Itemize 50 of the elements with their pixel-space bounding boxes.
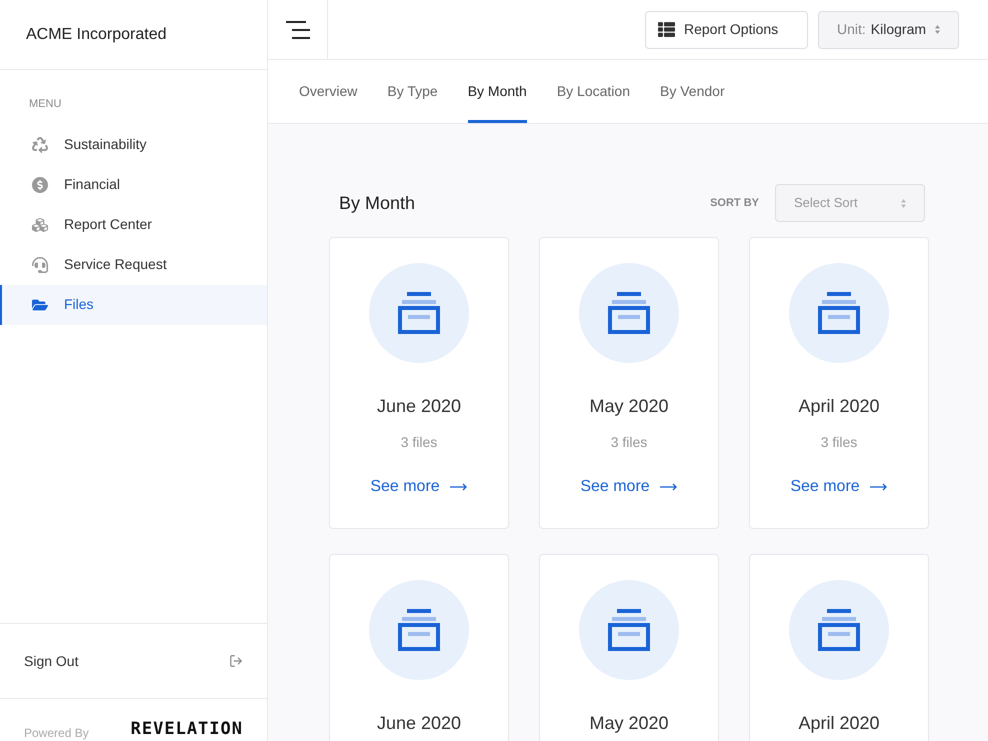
file-count: 3 files	[820, 433, 858, 452]
archive-icon	[398, 292, 440, 334]
tab[interactable]: By Type	[387, 60, 438, 123]
archive-icon	[398, 609, 440, 651]
tab[interactable]: By Location	[556, 60, 630, 123]
sidebar-item[interactable]: Sustainability	[0, 124, 267, 164]
archive-icon	[818, 609, 860, 651]
sort-arrows-icon	[901, 198, 906, 208]
tab[interactable]: By Vendor	[660, 60, 725, 123]
recycle-icon	[32, 136, 48, 152]
see-more-link[interactable]: See more	[790, 475, 888, 499]
arrow-right-icon	[870, 483, 888, 491]
sidebar-item[interactable]: Financial	[0, 164, 267, 204]
see-more-link[interactable]: See more	[370, 475, 468, 499]
card-title: May 2020	[589, 395, 669, 418]
file-count: 3 files	[610, 433, 648, 452]
menu-label: MENU	[28, 97, 62, 112]
archive-icon	[608, 609, 650, 651]
cubes-icon	[32, 216, 48, 232]
revelation-logo: REVELATION	[130, 721, 243, 738]
file-count: 3 files	[400, 433, 438, 452]
sidebar-item[interactable]: Files	[0, 284, 267, 324]
report-options-button[interactable]: Report Options	[645, 10, 808, 48]
headset-icon	[32, 256, 48, 272]
card-title: April 2020	[798, 395, 880, 418]
sort-arrows-icon	[935, 25, 940, 34]
menu-icon[interactable]	[286, 20, 310, 38]
dollar-icon	[32, 176, 48, 192]
sort-by-label: SORT BY	[710, 196, 759, 211]
powered-by-text: Powered By	[24, 727, 89, 739]
folder-icon	[32, 296, 48, 312]
tab[interactable]: Overview	[299, 60, 358, 123]
tab[interactable]: By Month	[468, 60, 527, 123]
card-title: June 2020	[376, 712, 462, 735]
card-title: June 2020	[376, 395, 462, 418]
sidebar-item[interactable]: Report Center	[0, 204, 267, 244]
sign-out-link[interactable]: Sign Out	[24, 650, 78, 672]
sign-out-icon[interactable]	[229, 654, 243, 668]
arrow-right-icon	[660, 483, 678, 491]
card-title: May 2020	[589, 712, 669, 735]
see-more-link[interactable]: See more	[580, 475, 678, 499]
unit-select[interactable]: Unit: Kilogram	[818, 10, 959, 48]
archive-icon	[818, 292, 860, 334]
section-title: By Month	[339, 192, 416, 215]
list-icon	[658, 21, 675, 38]
company-name: ACME Incorporated	[26, 24, 167, 44]
arrow-right-icon	[450, 483, 468, 491]
archive-icon	[608, 292, 650, 334]
card-title: April 2020	[798, 712, 880, 735]
sidebar-item[interactable]: Service Request	[0, 244, 267, 284]
